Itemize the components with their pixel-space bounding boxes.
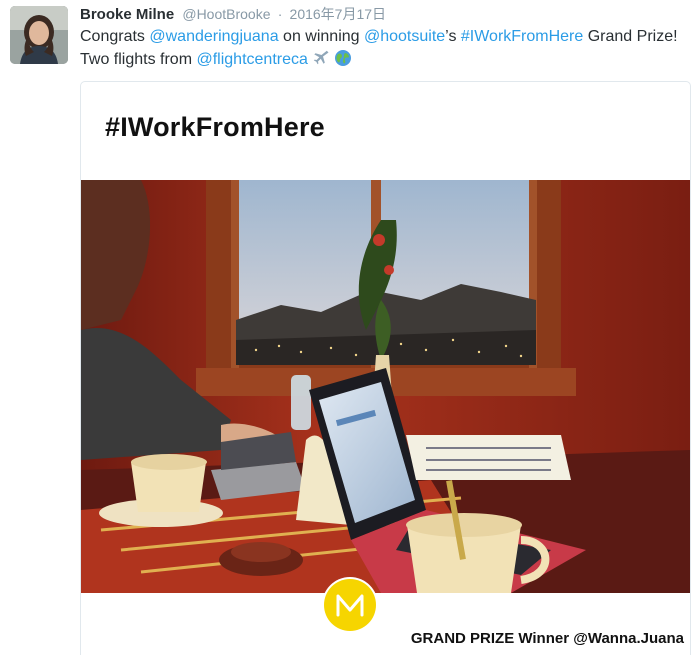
tweet-text-segment: on winning (278, 28, 364, 45)
mention-link[interactable]: @hootsuite (364, 28, 445, 45)
tweet-timestamp[interactable]: 2016年7月17日 (290, 6, 387, 22)
airplane-icon (312, 49, 330, 67)
globe-icon (334, 49, 352, 67)
header-separator: · (277, 6, 283, 22)
mention-link[interactable]: @flightcentreca (196, 51, 307, 68)
m-logo-badge (324, 579, 376, 631)
author-fullname[interactable]: Brooke Milne (80, 6, 174, 23)
card-caption: GRAND PRIZE Winner @Wanna.Juana (410, 630, 684, 647)
card-title: #IWorkFromHere (105, 112, 325, 142)
card-photo[interactable] (81, 180, 690, 593)
author-username[interactable]: @HootBrooke (182, 6, 270, 22)
media-card[interactable]: #IWorkFromHere GRAND PRIZE Winner @Wanna… (80, 81, 691, 655)
tweet: Brooke Milne @HootBrooke · 2016年7月17日 Co… (0, 0, 700, 655)
tweet-text-segment: Congrats (80, 28, 150, 45)
tweet-header: Brooke Milne @HootBrooke · 2016年7月17日 (80, 4, 386, 25)
tweet-text: Congrats @wanderingjuana on winning @hoo… (80, 25, 690, 71)
mention-link[interactable]: @wanderingjuana (149, 28, 278, 45)
avatar[interactable] (10, 6, 68, 64)
tweet-text-segment: ’s (445, 28, 461, 45)
hashtag-link[interactable]: #IWorkFromHere (461, 28, 583, 45)
